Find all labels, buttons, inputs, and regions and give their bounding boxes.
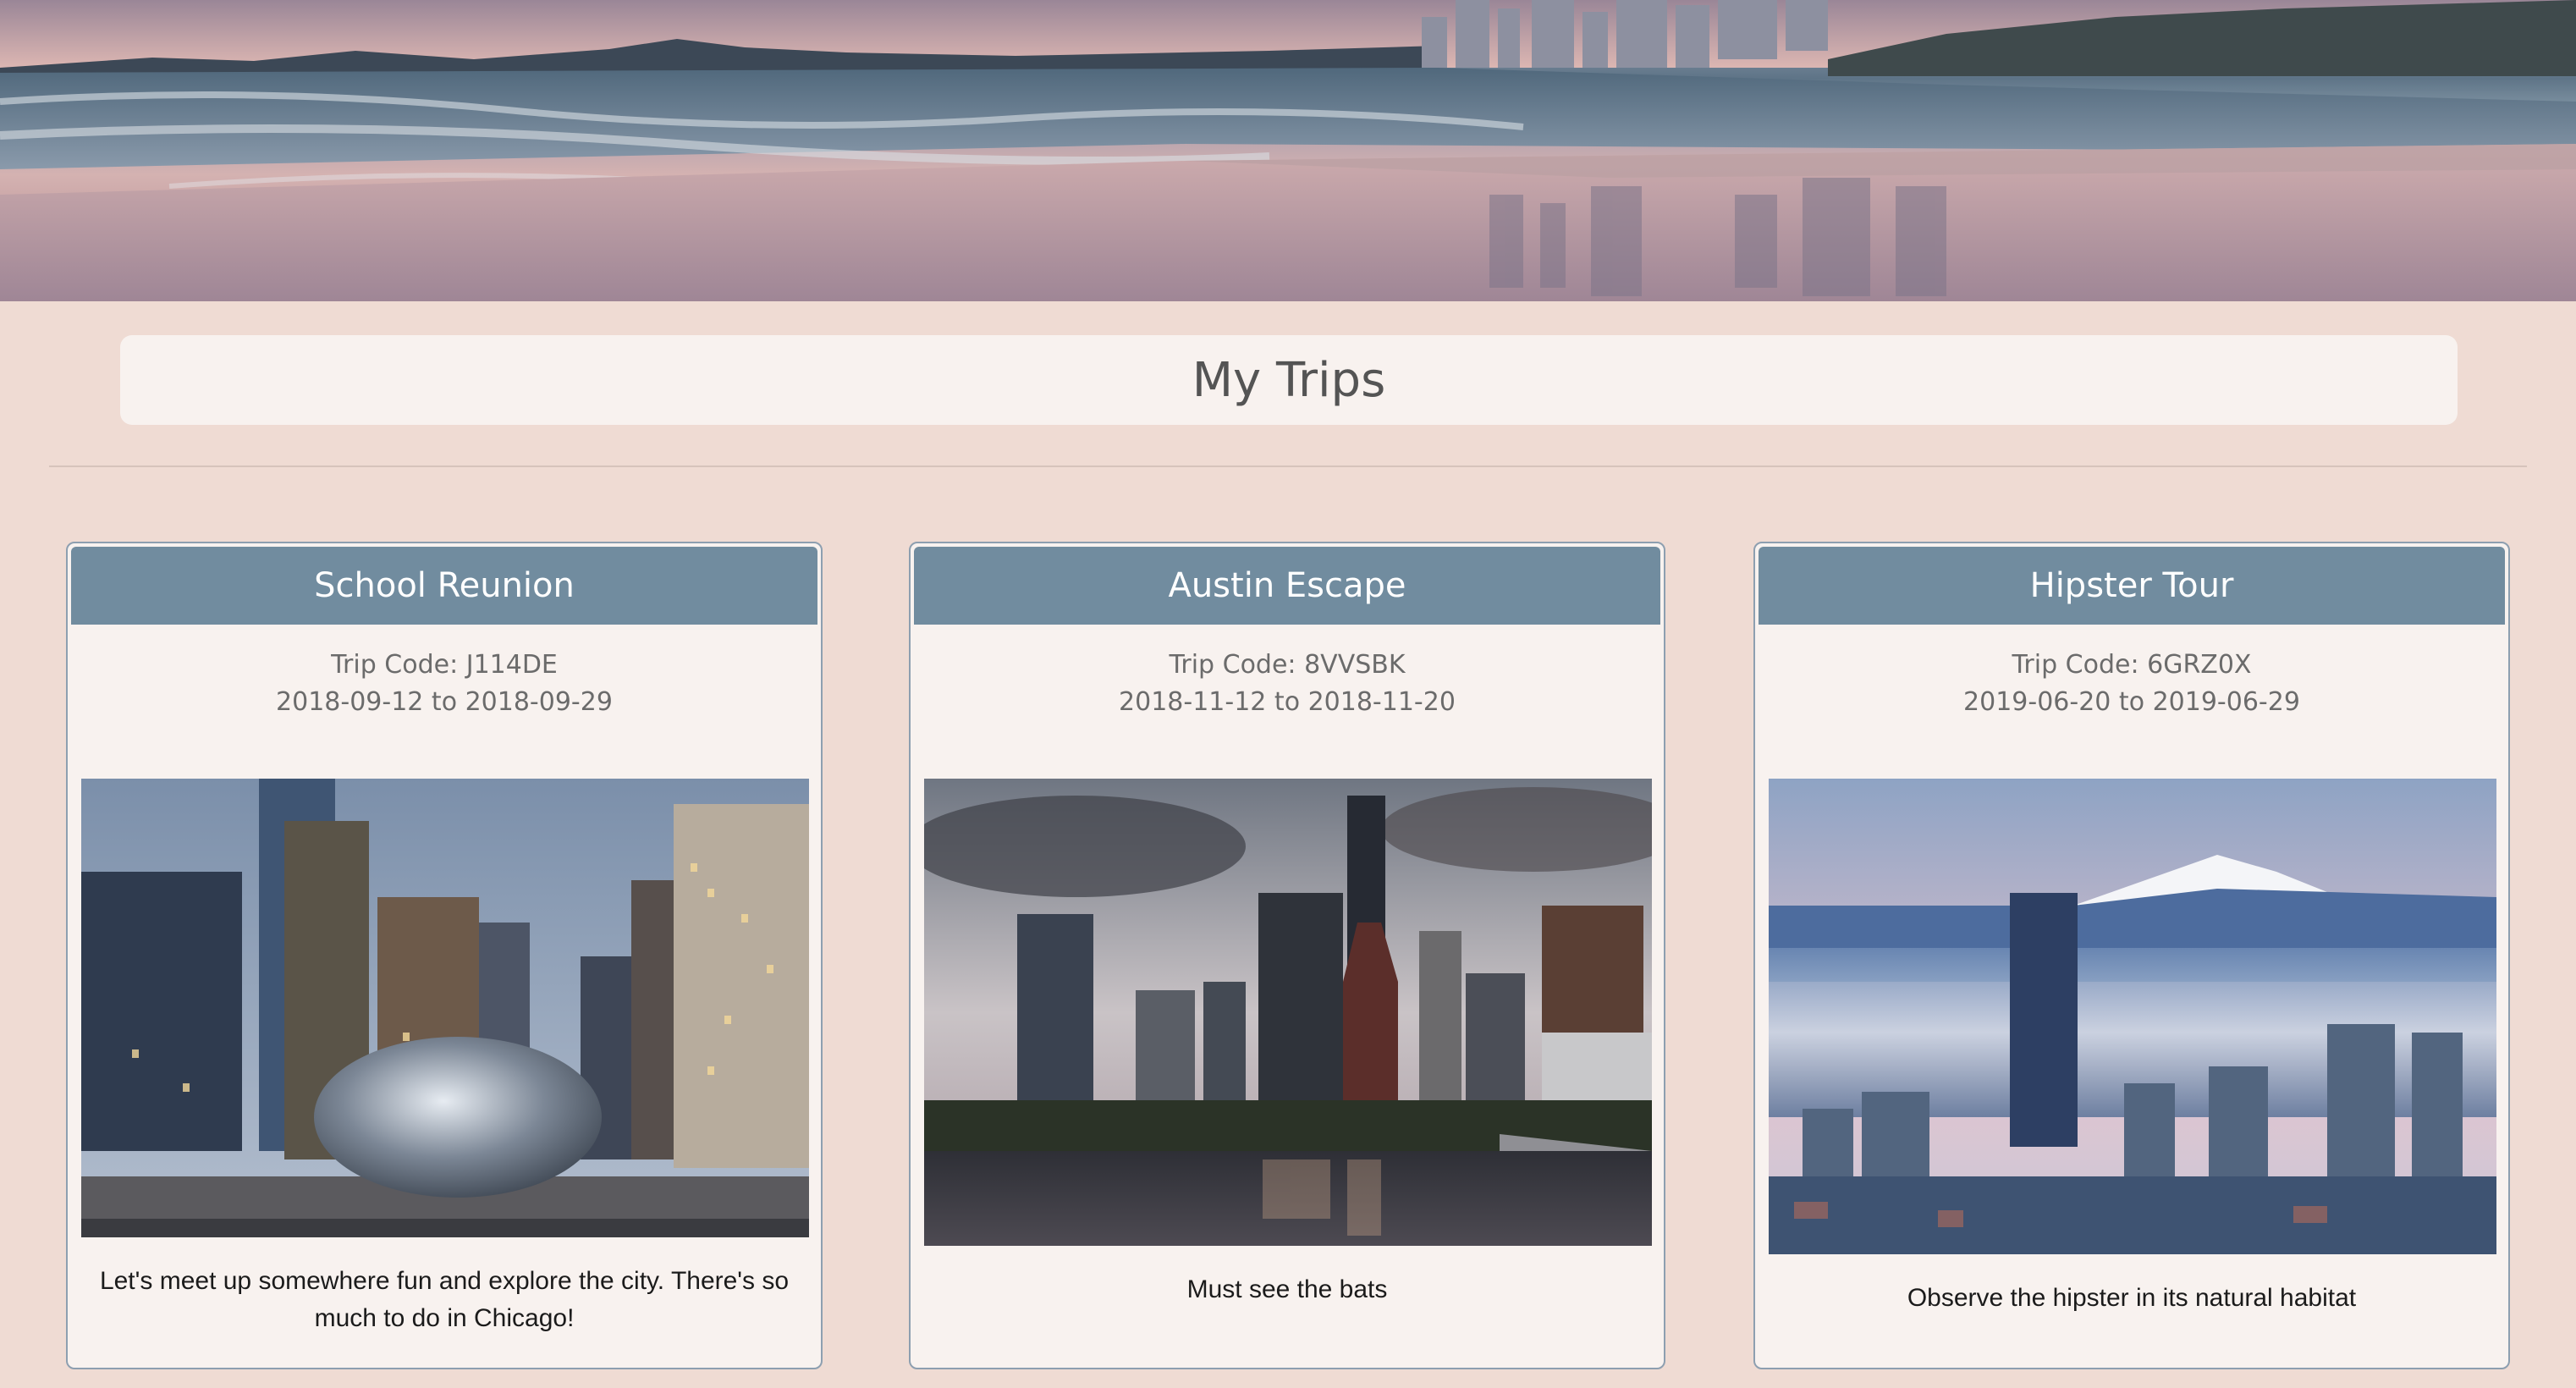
trip-card-header[interactable]: School Reunion <box>71 547 817 625</box>
hero-banner-image <box>0 0 2576 301</box>
trip-card-hipster-tour[interactable]: Hipster Tour Trip Code: 6GRZ0X 2019-06-2… <box>1753 542 2510 1369</box>
trip-meta: Trip Code: 8VVSBK 2018-11-12 to 2018-11-… <box>911 647 1664 721</box>
divider <box>49 465 2527 467</box>
chicago-bean-photo-icon[interactable] <box>81 779 809 1237</box>
trip-dates: 2018-11-12 to 2018-11-20 <box>1119 687 1456 717</box>
trip-description: Let's meet up somewhere fun and explore … <box>99 1267 790 1332</box>
trip-description: Must see the bats <box>1186 1275 1388 1303</box>
page-title-bar: My Trips <box>120 335 2458 425</box>
trip-meta: Trip Code: J114DE 2018-09-12 to 2018-09-… <box>68 647 821 721</box>
trip-code: Trip Code: 6GRZ0X <box>2012 650 2252 680</box>
trip-code: Trip Code: 8VVSBK <box>1169 650 1406 680</box>
trip-card-header[interactable]: Austin Escape <box>914 547 1660 625</box>
trip-card-list: School Reunion Trip Code: J114DE 2018-09… <box>66 542 2518 1371</box>
trip-card-header[interactable]: Hipster Tour <box>1759 547 2505 625</box>
austin-skyline-photo-icon[interactable] <box>924 779 1652 1246</box>
trip-card-school-reunion[interactable]: School Reunion Trip Code: J114DE 2018-09… <box>66 542 823 1369</box>
trip-card-austin-escape[interactable]: Austin Escape Trip Code: 8VVSBK 2018-11-… <box>909 542 1665 1369</box>
trip-dates: 2018-09-12 to 2018-09-29 <box>276 687 613 717</box>
beach-skyline-icon <box>0 0 2576 301</box>
trip-name[interactable]: Austin Escape <box>1168 566 1406 605</box>
portland-mount-hood-photo-icon[interactable] <box>1769 779 2496 1254</box>
trip-code: Trip Code: J114DE <box>331 650 558 680</box>
trip-name[interactable]: School Reunion <box>314 566 575 605</box>
trip-dates: 2019-06-20 to 2019-06-29 <box>1963 687 2300 717</box>
page-title: My Trips <box>1192 352 1386 408</box>
trip-description: Observe the hipster in its natural habit… <box>1907 1284 2357 1312</box>
trip-meta: Trip Code: 6GRZ0X 2019-06-20 to 2019-06-… <box>1755 647 2508 721</box>
trip-name[interactable]: Hipster Tour <box>2030 566 2234 605</box>
